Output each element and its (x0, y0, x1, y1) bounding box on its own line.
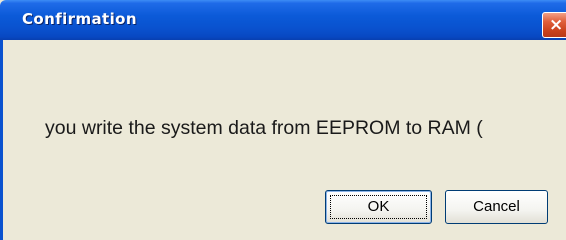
cancel-button-label: Cancel (473, 198, 520, 215)
close-icon: × (549, 15, 564, 35)
ok-button-label: OK (367, 198, 390, 215)
window-title: Confirmation (22, 10, 137, 28)
confirmation-dialog: Confirmation × you write the system data… (0, 0, 566, 240)
title-bar[interactable]: Confirmation × (0, 0, 566, 40)
close-button[interactable]: × (542, 12, 566, 38)
ok-button[interactable]: OK (325, 190, 432, 224)
cancel-button[interactable]: Cancel (445, 190, 548, 224)
dialog-message: you write the system data from EEPROM to… (45, 117, 483, 139)
